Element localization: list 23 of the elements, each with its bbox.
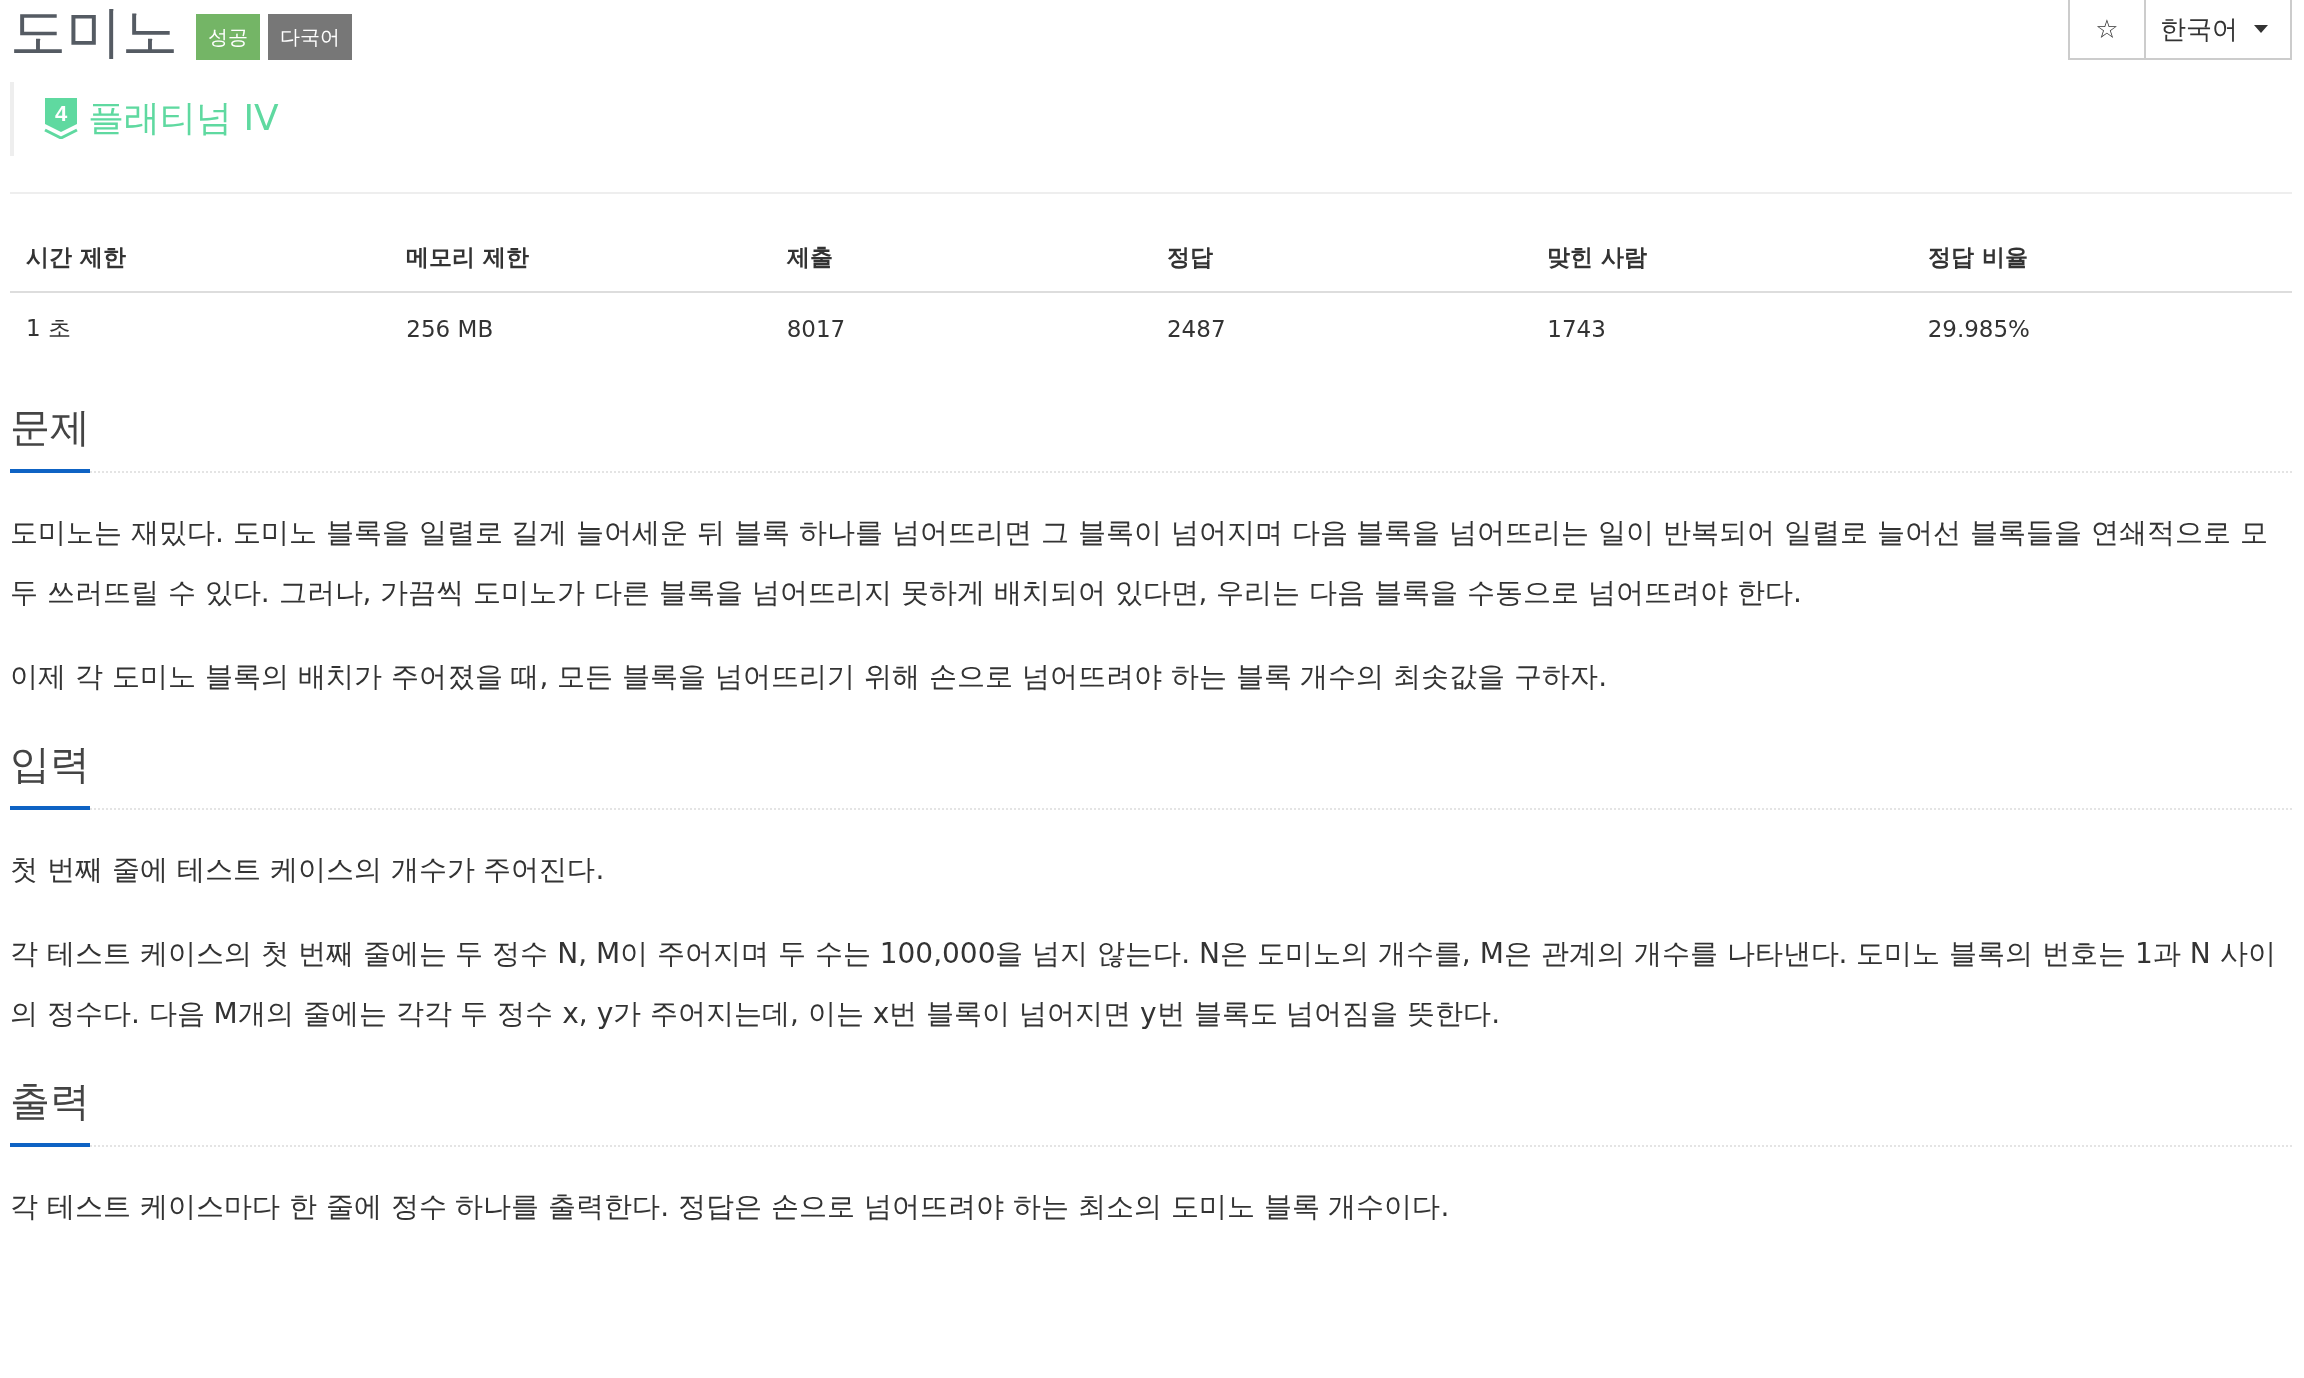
table-cell: 2487 <box>1151 292 1532 364</box>
column-header: 메모리 제한 <box>390 224 771 292</box>
table-cell: 1743 <box>1531 292 1912 364</box>
column-header: 정답 비율 <box>1911 224 2292 292</box>
column-header: 정답 <box>1151 224 1532 292</box>
section-heading: 문제 <box>10 400 90 473</box>
paragraph: 도미노는 재밌다. 도미노 블록을 일렬로 길게 늘어세운 뒤 블록 하나를 넘어뜨리면 그 블록이 넘어지며 다음 블록을 넘어뜨리는 일이 반복되어 일렬로 늘어선 블록들을 연쇄적으로 모두 쓰러뜨릴 수 있다. 그러나, 가끔씩 도미노가 다른 블록을 넘어뜨리지 못하게 배치되어 있다면, 우리는 다음 블록을 수동으로 넘어뜨려야 한다. <box>10 515 2269 611</box>
section-heading: 출력 <box>10 1074 90 1147</box>
paragraph: 각 테스트 케이스의 첫 번째 줄에는 두 정수 N, M이 주어지며 두 수는 100,000을 넘지 않는다. N은 도미노의 개수를, M은 관계의 개수를 나타낸다. 도미노 블록의 번호는 1과 N 사이의 정수다. 다음 M개의 줄에는 각각 두 정수 x, y가 주어지는데, 이는 x번 블록이 넘어지면 y번 블록도 넘어짐을 뜻한다. <box>10 936 2277 1032</box>
column-header: 맞힌 사람 <box>1531 224 1912 292</box>
table-cell: 1 초 <box>10 292 391 364</box>
status-badge: 성공 <box>196 14 260 60</box>
column-header: 시간 제한 <box>10 224 391 292</box>
table-cell: 29.985% <box>1911 292 2292 364</box>
table-cell: 8017 <box>770 292 1151 364</box>
paragraph: 첫 번째 줄에 테스트 케이스의 개수가 주어진다. <box>10 852 606 888</box>
problem-title: 도미노 <box>10 0 178 64</box>
table-cell: 256 MB <box>390 292 771 364</box>
section-heading: 입력 <box>10 737 90 810</box>
status-badge: 다국어 <box>268 14 352 60</box>
column-header: 제출 <box>770 224 1151 292</box>
paragraph: 이제 각 도미노 블록의 배치가 주어졌을 때, 모든 블록을 넘어뜨리기 위해 손으로 넘어뜨려야 하는 블록 개수의 최솟값을 구하자. <box>10 659 1609 695</box>
paragraph: 각 테스트 케이스마다 한 줄에 정수 하나를 출력한다. 정답은 손으로 넘어뜨려야 하는 최소의 도미노 블록 개수이다. <box>10 1189 1451 1225</box>
